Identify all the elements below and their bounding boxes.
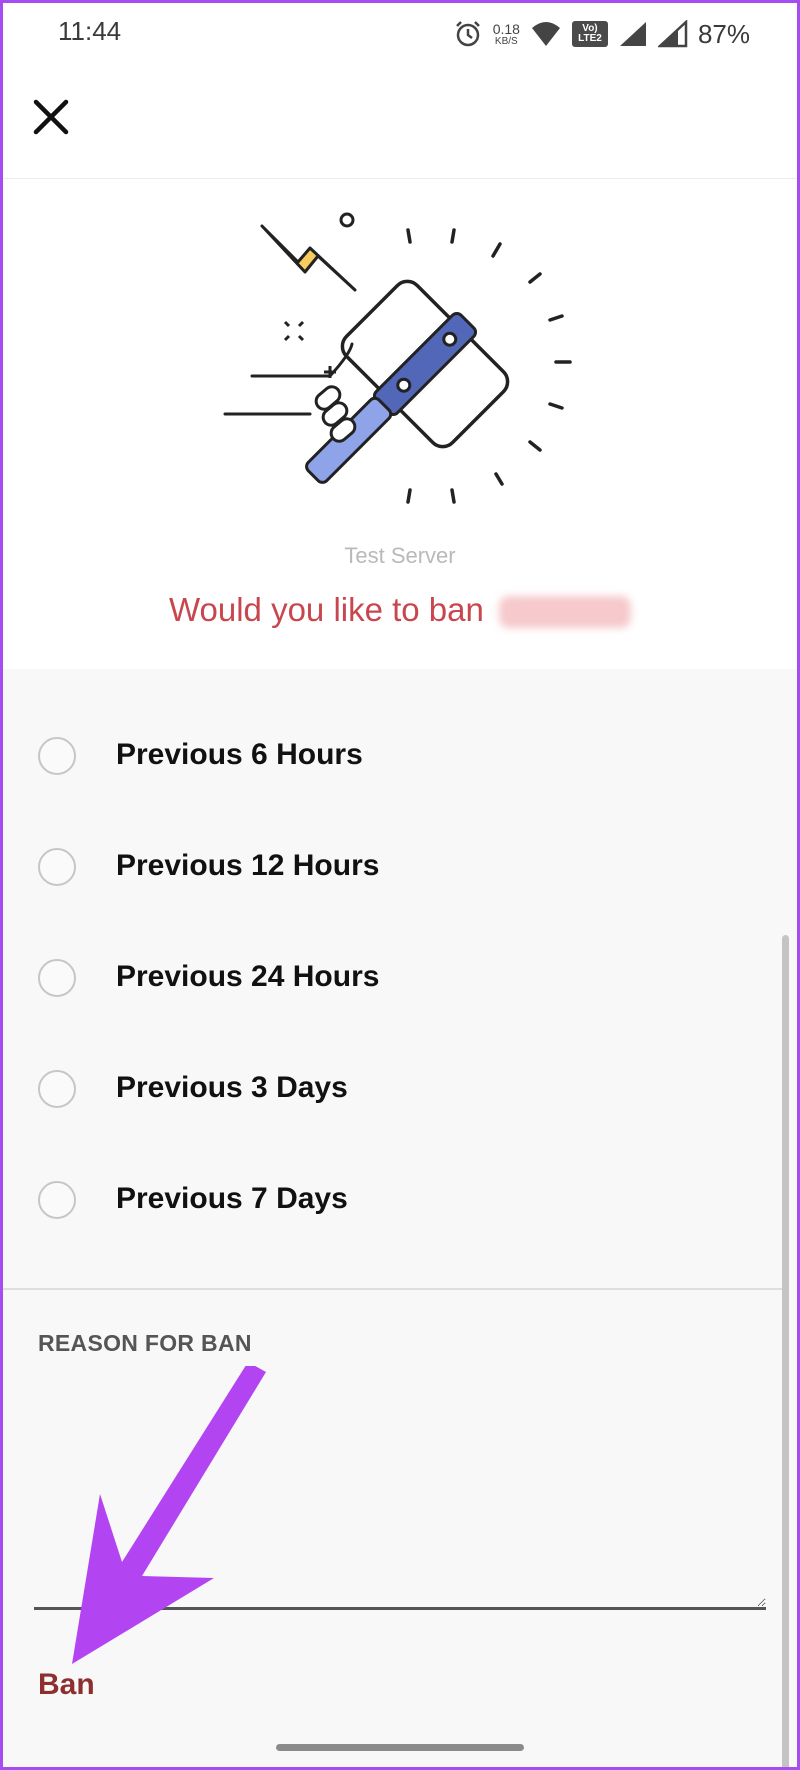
option-label: Previous 6 Hours (116, 738, 363, 771)
option-previous-3-days[interactable]: Previous 3 Days (0, 1051, 780, 1131)
battery-level: 87% (697, 18, 750, 49)
option-label: Previous 24 Hours (116, 960, 380, 993)
ban-question-text: Would you like to ban (168, 591, 484, 628)
option-previous-24-hours[interactable]: Previous 24 Hours (0, 940, 780, 1020)
blurred-username (499, 596, 632, 629)
radio-button[interactable] (38, 737, 76, 775)
option-previous-12-hours[interactable]: Previous 12 Hours (0, 829, 780, 909)
ban-hammer-illustration (223, 212, 572, 504)
network-speed-value: 0.18 (492, 20, 520, 37)
status-icons: 0.18 KB/S Vo) LTE2 87% (453, 14, 750, 54)
close-icon[interactable] (28, 94, 74, 140)
option-previous-7-days[interactable]: Previous 7 Days (0, 1162, 780, 1242)
home-indicator[interactable] (276, 1744, 524, 1751)
wifi-icon (531, 22, 560, 46)
signal-icon (657, 20, 688, 48)
alarm-icon (455, 21, 480, 47)
annotation-arrow-icon (72, 1366, 266, 1664)
ban-question: Would you like to ban (0, 591, 800, 629)
status-bar: 11:44 0.18 KB/S Vo) LTE2 87% (0, 0, 800, 70)
signal-icon (619, 22, 646, 46)
scrollbar-thumb[interactable] (782, 935, 789, 1770)
volte-bottom: LTE2 (578, 33, 602, 44)
radio-button[interactable] (38, 848, 76, 886)
option-label: Previous 7 Days (116, 1182, 348, 1215)
network-speed-unit: KB/S (494, 35, 518, 47)
option-label: Previous 12 Hours (116, 849, 380, 882)
server-name: Test Server (344, 543, 456, 568)
option-previous-6-hours[interactable]: Previous 6 Hours (0, 718, 780, 798)
network-speed: 0.18 KB/S (493, 22, 520, 47)
section-divider (0, 1288, 782, 1290)
radio-button[interactable] (38, 1181, 76, 1219)
reason-label: REASON FOR BAN (38, 1330, 252, 1356)
ban-hero: Test Server Would you like to ban (0, 179, 800, 669)
radio-button[interactable] (38, 1070, 76, 1108)
volte-icon: Vo) LTE2 (571, 21, 608, 47)
top-bar (0, 70, 800, 179)
radio-button[interactable] (38, 959, 76, 997)
option-label: Previous 3 Days (116, 1071, 348, 1104)
status-time: 11:44 (58, 16, 122, 46)
